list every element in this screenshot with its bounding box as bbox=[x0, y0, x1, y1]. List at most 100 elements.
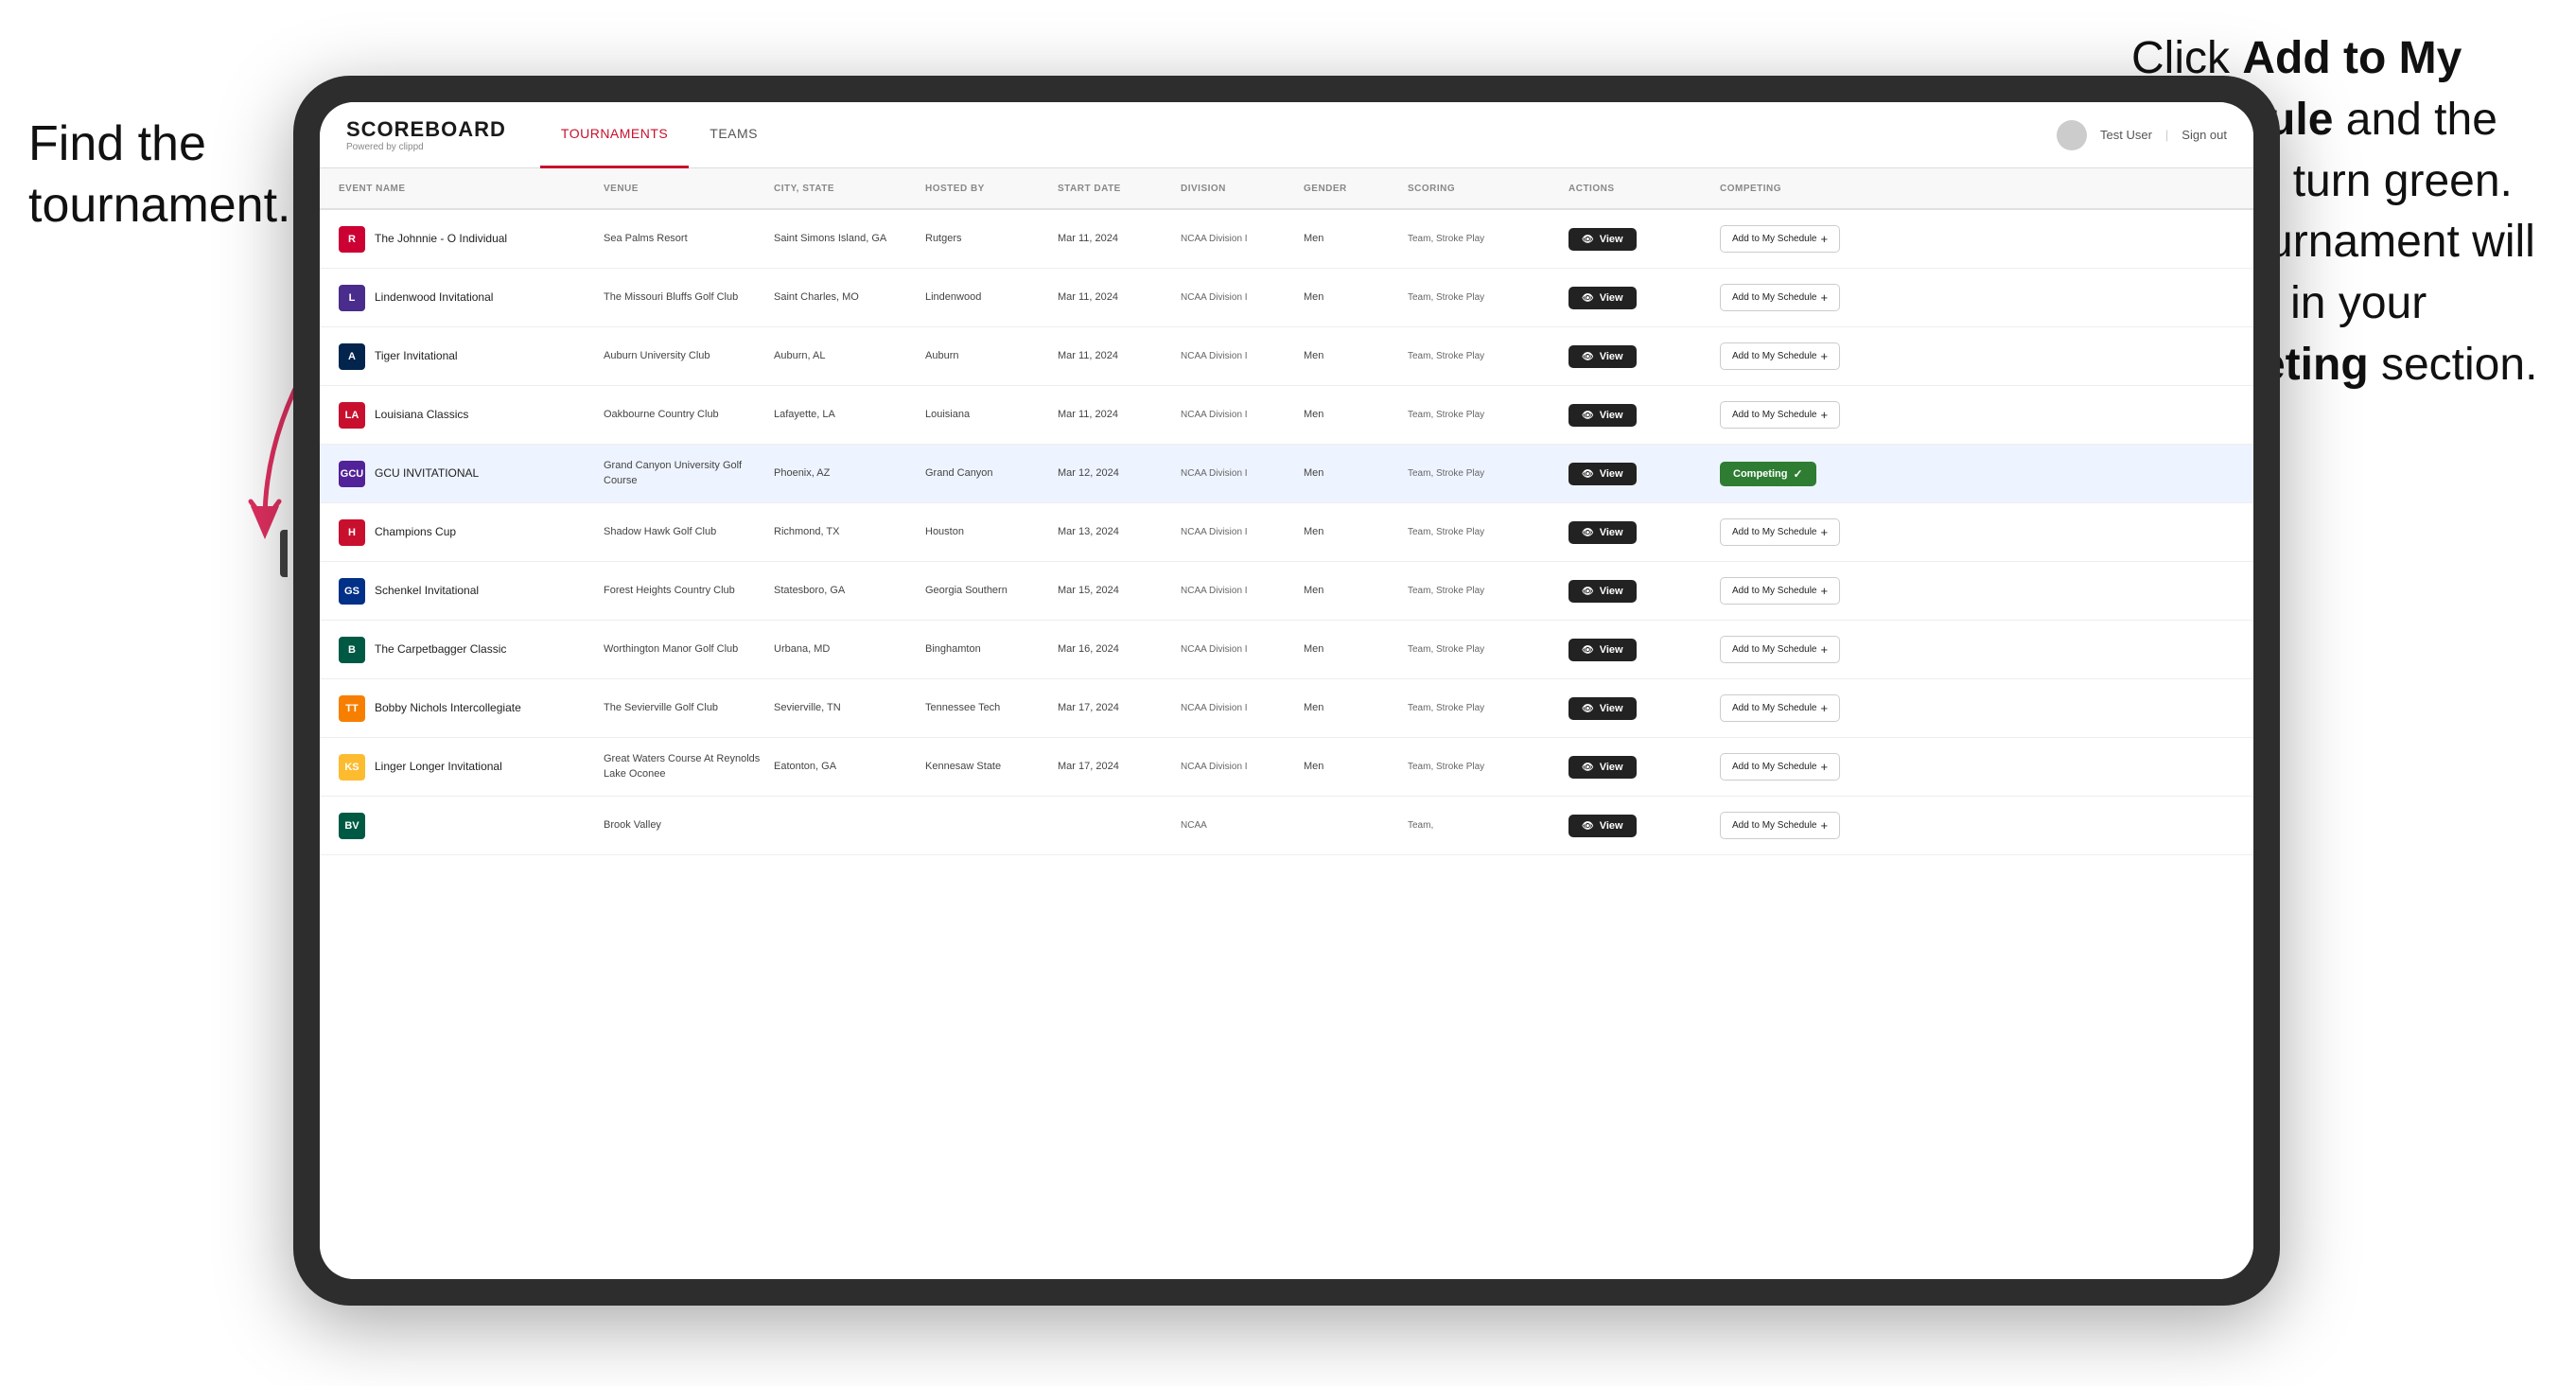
col-venue: VENUE bbox=[604, 184, 774, 194]
add-to-schedule-button[interactable]: Add to My Schedule+ bbox=[1720, 401, 1840, 429]
gender-cell: Men bbox=[1304, 349, 1408, 363]
add-to-schedule-button[interactable]: Add to My Schedule+ bbox=[1720, 518, 1840, 546]
actions-cell: View bbox=[1568, 463, 1720, 485]
hosted-by-cell: Tennessee Tech bbox=[925, 701, 1058, 715]
add-to-schedule-button[interactable]: Add to My Schedule+ bbox=[1720, 284, 1840, 311]
view-label: View bbox=[1600, 410, 1623, 421]
view-label: View bbox=[1600, 468, 1623, 480]
table-row: BVBrook ValleyNCAATeam,ViewAdd to My Sch… bbox=[320, 797, 2253, 855]
app-header: SCOREBOARD Powered by clippd TOURNAMENTS… bbox=[320, 102, 2253, 168]
division-cell: NCAA Division I bbox=[1181, 702, 1304, 715]
col-actions: ACTIONS bbox=[1568, 184, 1720, 194]
city-state-cell: Sevierville, TN bbox=[774, 701, 925, 715]
add-schedule-label: Add to My Schedule bbox=[1732, 234, 1817, 244]
hosted-by-cell: Louisiana bbox=[925, 408, 1058, 422]
actions-cell: View bbox=[1568, 404, 1720, 427]
tablet-frame: SCOREBOARD Powered by clippd TOURNAMENTS… bbox=[293, 76, 2280, 1306]
view-button[interactable]: View bbox=[1568, 463, 1637, 485]
col-competing: COMPETING bbox=[1720, 184, 1890, 194]
view-button[interactable]: View bbox=[1568, 697, 1637, 720]
scoring-cell: Team, Stroke Play bbox=[1408, 467, 1568, 481]
competing-cell: Add to My Schedule+ bbox=[1720, 342, 1890, 370]
view-button[interactable]: View bbox=[1568, 580, 1637, 603]
add-to-schedule-button[interactable]: Add to My Schedule+ bbox=[1720, 753, 1840, 781]
venue-cell: Brook Valley bbox=[604, 818, 774, 833]
event-name-cell: GCUGCU INVITATIONAL bbox=[339, 461, 604, 487]
add-to-schedule-button[interactable]: Add to My Schedule+ bbox=[1720, 812, 1840, 839]
add-to-schedule-button[interactable]: Add to My Schedule+ bbox=[1720, 636, 1840, 663]
start-date-cell: Mar 17, 2024 bbox=[1058, 701, 1181, 715]
gender-cell: Men bbox=[1304, 466, 1408, 481]
city-state-cell: Phoenix, AZ bbox=[774, 466, 925, 481]
view-button[interactable]: View bbox=[1568, 404, 1637, 427]
city-state-cell: Urbana, MD bbox=[774, 642, 925, 657]
col-scoring: SCORING bbox=[1408, 184, 1568, 194]
gender-cell: Men bbox=[1304, 408, 1408, 422]
hosted-by-cell: Binghamton bbox=[925, 642, 1058, 657]
view-button[interactable]: View bbox=[1568, 228, 1637, 251]
division-cell: NCAA bbox=[1181, 819, 1304, 833]
add-to-schedule-button[interactable]: Add to My Schedule+ bbox=[1720, 694, 1840, 722]
plus-icon: + bbox=[1821, 232, 1829, 246]
view-label: View bbox=[1600, 527, 1623, 538]
event-name-cell: LLindenwood Invitational bbox=[339, 285, 604, 311]
gender-cell: Men bbox=[1304, 760, 1408, 774]
table-row: TTBobby Nichols IntercollegiateThe Sevie… bbox=[320, 679, 2253, 738]
table-row: KSLinger Longer InvitationalGreat Waters… bbox=[320, 738, 2253, 797]
gender-cell: Men bbox=[1304, 642, 1408, 657]
scoring-cell: Team, Stroke Play bbox=[1408, 761, 1568, 774]
tab-tournaments[interactable]: TOURNAMENTS bbox=[540, 102, 689, 168]
competing-cell: Add to My Schedule+ bbox=[1720, 694, 1890, 722]
hosted-by-cell: Rutgers bbox=[925, 232, 1058, 246]
view-button[interactable]: View bbox=[1568, 287, 1637, 309]
table-row: LALouisiana ClassicsOakbourne Country Cl… bbox=[320, 386, 2253, 445]
add-to-schedule-button[interactable]: Add to My Schedule + bbox=[1720, 577, 1840, 605]
city-state-cell: Eatonton, GA bbox=[774, 760, 925, 774]
gender-cell: Men bbox=[1304, 701, 1408, 715]
add-schedule-label: Add to My Schedule bbox=[1732, 820, 1817, 831]
event-name-text: Linger Longer Invitational bbox=[375, 760, 502, 775]
add-to-schedule-button[interactable]: Add to My Schedule + bbox=[1720, 225, 1840, 253]
scoring-cell: Team, bbox=[1408, 819, 1568, 833]
eye-icon bbox=[1582, 468, 1594, 480]
team-logo: TT bbox=[339, 695, 365, 722]
view-button[interactable]: View bbox=[1568, 639, 1637, 661]
competing-cell: Add to My Schedule+ bbox=[1720, 401, 1890, 429]
add-to-schedule-button[interactable]: Add to My Schedule+ bbox=[1720, 342, 1840, 370]
event-name-text: GCU INVITATIONAL bbox=[375, 466, 479, 482]
event-name-cell: ATiger Invitational bbox=[339, 343, 604, 370]
city-state-cell: Richmond, TX bbox=[774, 525, 925, 539]
view-label: View bbox=[1600, 351, 1623, 362]
scoring-cell: Team, Stroke Play bbox=[1408, 233, 1568, 246]
division-cell: NCAA Division I bbox=[1181, 761, 1304, 774]
add-schedule-label: Add to My Schedule bbox=[1732, 292, 1817, 303]
competing-button[interactable]: Competing✓ bbox=[1720, 462, 1816, 486]
division-cell: NCAA Division I bbox=[1181, 643, 1304, 657]
table-row: LLindenwood InvitationalThe Missouri Blu… bbox=[320, 269, 2253, 327]
sign-out-link[interactable]: Sign out bbox=[2182, 128, 2227, 142]
event-name-cell: BThe Carpetbagger Classic bbox=[339, 637, 604, 663]
plus-icon: + bbox=[1821, 584, 1829, 598]
view-button[interactable]: View bbox=[1568, 521, 1637, 544]
start-date-cell: Mar 13, 2024 bbox=[1058, 525, 1181, 539]
division-cell: NCAA Division I bbox=[1181, 585, 1304, 598]
scoring-cell: Team, Stroke Play bbox=[1408, 526, 1568, 539]
division-cell: NCAA Division I bbox=[1181, 291, 1304, 305]
add-schedule-label: Add to My Schedule bbox=[1732, 527, 1817, 537]
actions-cell: View bbox=[1568, 345, 1720, 368]
user-name: Test User bbox=[2100, 128, 2152, 142]
eye-icon bbox=[1582, 762, 1594, 773]
hosted-by-cell: Auburn bbox=[925, 349, 1058, 363]
view-button[interactable]: View bbox=[1568, 756, 1637, 779]
city-state-cell: Lafayette, LA bbox=[774, 408, 925, 422]
add-schedule-label: Add to My Schedule bbox=[1732, 351, 1817, 361]
venue-cell: Great Waters Course At Reynolds Lake Oco… bbox=[604, 752, 774, 781]
start-date-cell: Mar 11, 2024 bbox=[1058, 408, 1181, 422]
tab-teams[interactable]: TEAMS bbox=[689, 102, 779, 168]
view-button[interactable]: View bbox=[1568, 345, 1637, 368]
logo-title: SCOREBOARD bbox=[346, 117, 506, 142]
add-schedule-label: Add to My Schedule bbox=[1732, 586, 1817, 596]
nav-tabs: TOURNAMENTS TEAMS bbox=[540, 102, 779, 168]
eye-icon bbox=[1582, 292, 1594, 304]
view-button[interactable]: View bbox=[1568, 815, 1637, 837]
